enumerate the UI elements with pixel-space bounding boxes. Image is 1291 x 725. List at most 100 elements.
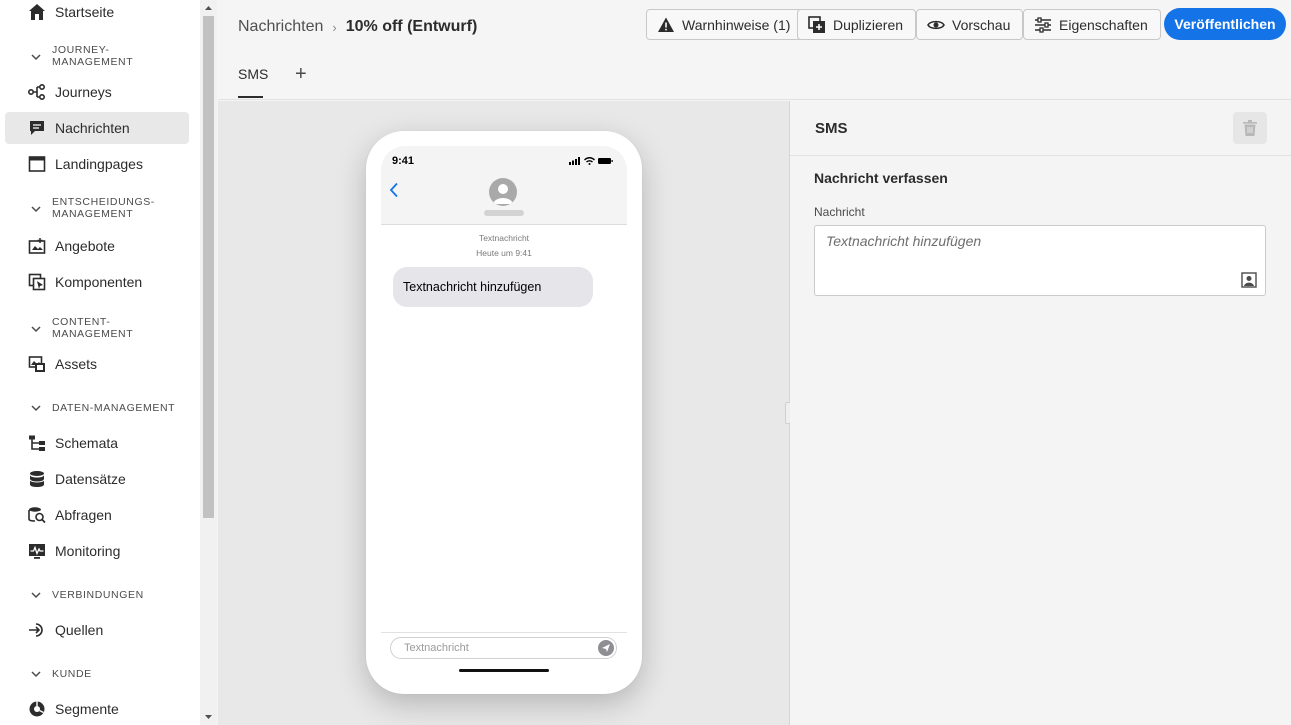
- database-icon: [27, 469, 47, 489]
- home-icon: [27, 2, 47, 22]
- sidebar-item-datensaetze[interactable]: Datensätze: [5, 463, 189, 495]
- chevron-down-icon: [31, 592, 41, 599]
- phone-preview: 9:41 Textnachricht Heute um 9:41 Textnac…: [366, 131, 642, 694]
- sidebar-item-label: Abfragen: [55, 507, 112, 523]
- landing-page-icon: [27, 154, 47, 174]
- breadcrumb: Nachrichten › 10% off (Entwurf): [238, 18, 477, 36]
- publish-button[interactable]: Veröffentlichen: [1164, 8, 1286, 40]
- offers-icon: [27, 236, 47, 256]
- phone-screen: 9:41 Textnachricht Heute um 9:41 Textnac…: [381, 146, 627, 679]
- section-content-management[interactable]: CONTENT- MANAGEMENT: [30, 316, 190, 340]
- battery-icon: [598, 158, 613, 164]
- textarea-placeholder: Textnachricht hinzufügen: [826, 233, 982, 249]
- breadcrumb-root[interactable]: Nachrichten: [238, 18, 323, 36]
- trash-icon: [1243, 120, 1257, 136]
- section-label: VERBINDUNGEN: [52, 589, 144, 601]
- chevron-down-icon: [31, 671, 41, 678]
- page-title: 10% off (Entwurf): [345, 18, 478, 35]
- sidebar-item-label: Komponenten: [55, 274, 143, 290]
- sidebar-item-angebote[interactable]: Angebote: [5, 230, 189, 262]
- phone-input-placeholder: Textnachricht: [404, 642, 469, 654]
- sidebar-item-label: Schemata: [55, 435, 119, 451]
- sidebar-item-quellen[interactable]: Quellen: [5, 614, 189, 646]
- message-field-label: Nachricht: [814, 205, 865, 219]
- wifi-icon: [584, 157, 595, 165]
- message-icon: [27, 118, 47, 138]
- section-entscheidungs-management[interactable]: ENTSCHEIDUNGS- MANAGEMENT: [30, 196, 190, 220]
- schema-icon: [27, 433, 47, 453]
- query-icon: [27, 505, 47, 525]
- scrollbar-thumb[interactable]: [203, 16, 214, 518]
- properties-button[interactable]: Eigenschaften: [1023, 9, 1161, 40]
- sidebar-item-journeys[interactable]: Journeys: [5, 76, 189, 108]
- section-kunde[interactable]: KUNDE: [30, 668, 190, 680]
- section-journey-management[interactable]: JOURNEY- MANAGEMENT: [30, 44, 190, 68]
- home-indicator: [459, 669, 549, 672]
- sidebar-item-label: Quellen: [55, 622, 104, 638]
- sidebar-item-schemata[interactable]: Schemata: [5, 427, 189, 459]
- chevron-down-icon: [31, 405, 41, 412]
- section-verbindungen[interactable]: VERBINDUNGEN: [30, 589, 190, 601]
- section-label: MANAGEMENT: [52, 208, 134, 220]
- sidebar-item-assets[interactable]: Assets: [5, 348, 189, 380]
- monitoring-icon: [27, 541, 47, 561]
- warnings-button[interactable]: Warnhinweise (1): [646, 9, 804, 40]
- duplicate-icon: [808, 15, 826, 34]
- tab-active-indicator: [238, 96, 263, 98]
- segments-icon: [27, 699, 47, 719]
- sidebar-item-label: Landingpages: [55, 156, 143, 172]
- send-icon: [598, 640, 614, 656]
- sidebar-item-label: Nachrichten: [55, 120, 130, 136]
- scroll-down-icon[interactable]: [204, 712, 213, 721]
- personalization-icon[interactable]: [1241, 272, 1257, 288]
- delete-button[interactable]: [1233, 112, 1267, 144]
- add-tab-button[interactable]: +: [295, 63, 307, 86]
- section-label: ENTSCHEIDUNGS-: [52, 196, 155, 208]
- sidebar-item-label: Journeys: [55, 84, 112, 100]
- section-label: KUNDE: [52, 668, 92, 680]
- properties-panel: SMS Nachricht verfassen Nachricht Textna…: [790, 101, 1291, 725]
- sidebar-item-landingpages[interactable]: Landingpages: [5, 148, 189, 180]
- chevron-down-icon: [31, 206, 41, 213]
- duplicate-button[interactable]: Duplizieren: [797, 9, 917, 40]
- sidebar-item-label: Datensätze: [55, 471, 126, 487]
- section-daten-management[interactable]: DATEN-MANAGEMENT: [30, 402, 190, 414]
- section-title: Nachricht verfassen: [814, 170, 948, 186]
- sidebar-item-monitoring[interactable]: Monitoring: [5, 535, 189, 567]
- sidebar-item-label: Angebote: [55, 238, 115, 254]
- sidebar-item-startseite[interactable]: Startseite: [5, 0, 189, 28]
- sidebar-item-nachrichten[interactable]: Nachrichten: [5, 112, 189, 144]
- sidebar-scrollbar[interactable]: [200, 0, 217, 725]
- message-textarea[interactable]: Textnachricht hinzufügen: [814, 225, 1266, 296]
- warnings-label: Warnhinweise (1): [682, 16, 791, 33]
- section-label: MANAGEMENT: [52, 56, 134, 68]
- status-icons: [569, 157, 613, 165]
- scroll-up-icon[interactable]: [204, 4, 213, 13]
- panel-header: SMS: [790, 101, 1291, 156]
- status-time: 9:41: [392, 155, 415, 167]
- message-bubble: Textnachricht hinzufügen: [393, 267, 593, 307]
- section-label: MANAGEMENT: [52, 328, 134, 340]
- contact-name: [484, 210, 524, 216]
- section-label: DATEN-MANAGEMENT: [52, 402, 176, 414]
- phone-header: 9:41: [381, 146, 627, 225]
- contact-avatar: [489, 178, 517, 206]
- properties-icon: [1034, 16, 1052, 34]
- header: Nachrichten › 10% off (Entwurf) Warnhinw…: [218, 0, 1291, 100]
- breadcrumb-separator: ›: [332, 19, 337, 35]
- chevron-down-icon: [31, 326, 41, 333]
- back-chevron-icon[interactable]: [389, 182, 399, 198]
- assets-icon: [27, 354, 47, 374]
- sources-icon: [27, 620, 47, 640]
- panel-title: SMS: [815, 120, 848, 137]
- sidebar-item-komponenten[interactable]: Komponenten: [5, 266, 189, 298]
- message-type: Textnachricht: [478, 233, 530, 243]
- eye-icon: [927, 16, 945, 34]
- sidebar-item-abfragen[interactable]: Abfragen: [5, 499, 189, 531]
- preview-label: Vorschau: [952, 16, 1011, 33]
- sidebar-item-segmente[interactable]: Segmente: [5, 693, 189, 725]
- properties-label: Eigenschaften: [1059, 16, 1148, 33]
- tab-sms[interactable]: SMS: [238, 66, 268, 82]
- preview-button[interactable]: Vorschau: [916, 9, 1024, 40]
- sidebar-item-label: Segmente: [55, 701, 119, 717]
